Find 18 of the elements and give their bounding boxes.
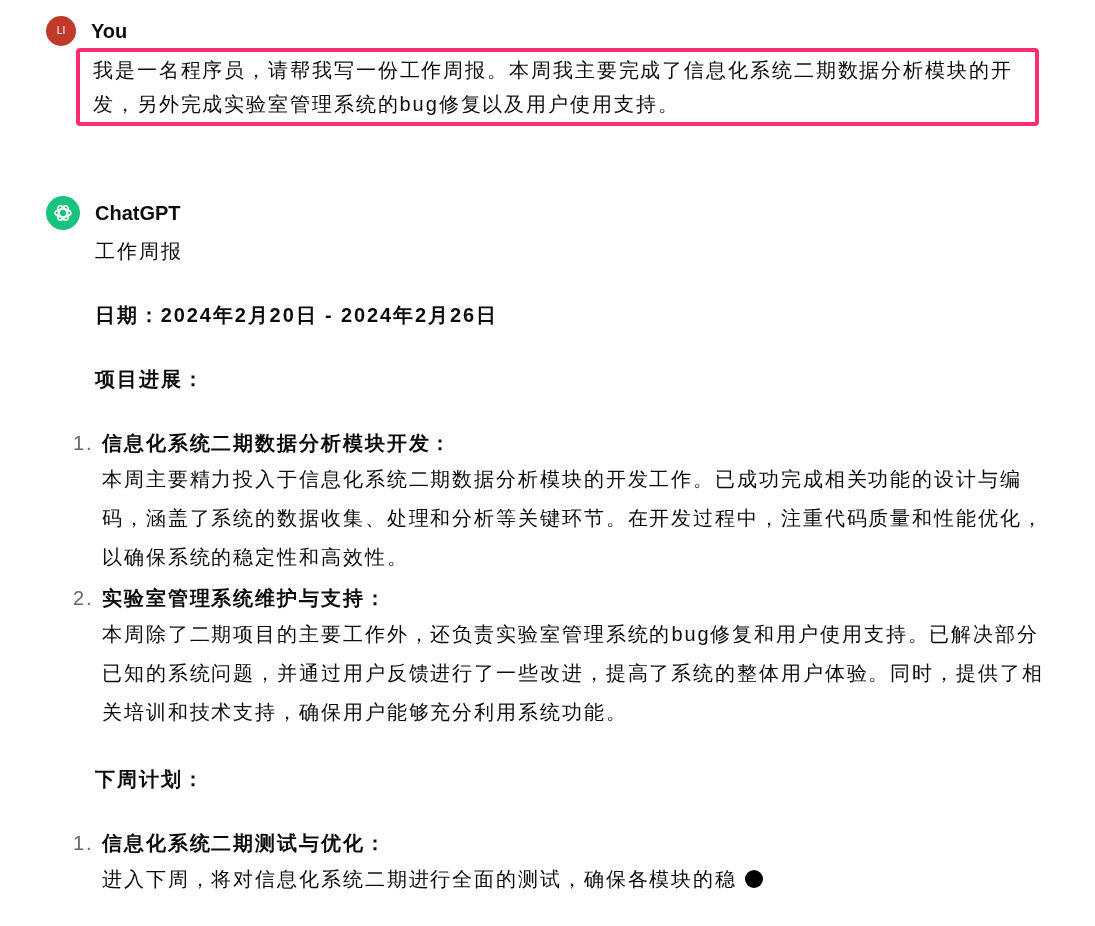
section-heading: 项目进展： bbox=[95, 367, 206, 392]
chatgpt-logo-icon bbox=[46, 196, 80, 230]
list-item-title: 实验室管理系统维护与支持： bbox=[102, 586, 388, 611]
list-number: 1. bbox=[73, 431, 95, 456]
section-heading: 下周计划： bbox=[95, 767, 206, 792]
list-number: 1. bbox=[73, 831, 95, 856]
list-item-text: 本周除了二期项目的主要工作外，还负责实验室管理系统的bug修复和用户使用支持。已解决部分已知的系统问题，并通过用户反馈进行了一些改进，提高了系统的整体用户体验。同时，提供了相关培训和技术支持，确保用户能够充分利用系统功能。 bbox=[102, 623, 1044, 723]
user-avatar: LI bbox=[46, 16, 76, 46]
list-item-title: 信息化系统二期数据分析模块开发： bbox=[102, 431, 454, 456]
list-item-text: 进入下周，将对信息化系统二期进行全面的测试，确保各模块的稳 bbox=[102, 868, 738, 890]
list-item-text: 本周主要精力投入于信息化系统二期数据分析模块的开发工作。已成功完成相关功能的设计与编码，涵盖了系统的数据收集、处理和分析等关键环节。在开发过程中，注重代码质量和性能优化，以确保系统的稳定性和高效性。 bbox=[102, 468, 1044, 568]
list-item-title: 信息化系统二期测试与优化： bbox=[102, 831, 388, 856]
list-number: 2. bbox=[73, 586, 95, 611]
paragraph: 工作周报 bbox=[95, 239, 184, 264]
section-heading: 日期：2024年2月20日 - 2024年2月26日 bbox=[95, 303, 499, 328]
sender-name: You bbox=[91, 19, 129, 44]
user-message: 我是一名程序员，请帮我写一份工作周报。本周我主要完成了信息化系统二期数据分析模块的开发，另外完成实验室管理系统的bug修复以及用户使用支持。 bbox=[76, 48, 1039, 126]
sender-name: ChatGPT bbox=[95, 201, 182, 226]
